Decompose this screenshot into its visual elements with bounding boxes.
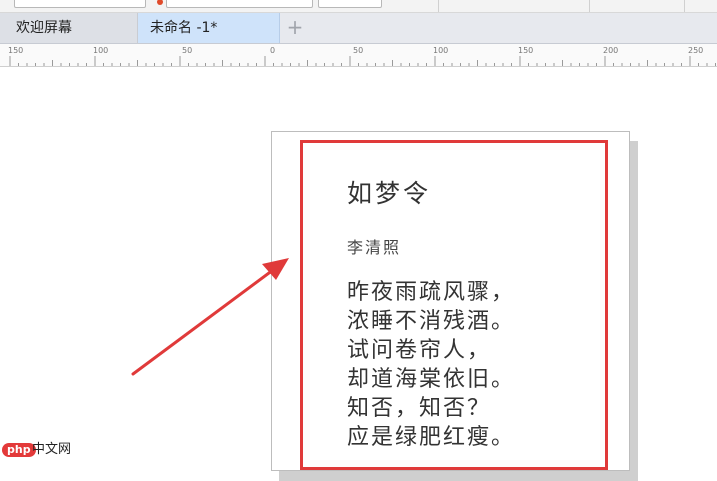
toolbar-indicator-icon <box>157 0 163 5</box>
toolbar-field[interactable] <box>318 0 382 8</box>
horizontal-ruler[interactable]: 150 100 50 0 50 100 150 200 250 <box>0 44 717 67</box>
tab-untitled-document[interactable]: 未命名 -1* <box>138 13 280 43</box>
ruler-label: 0 <box>270 46 276 55</box>
ruler-label: 250 <box>688 46 704 55</box>
ruler-label: 100 <box>93 46 109 55</box>
plus-icon[interactable]: + <box>283 16 307 40</box>
top-toolbar <box>0 0 717 13</box>
toolbar-field[interactable] <box>14 0 146 8</box>
annotation-arrow-icon <box>131 258 289 376</box>
drawing-canvas[interactable]: 如梦令 李清照 昨夜雨疏风骤， 浓睡不消残酒。 试问卷帘人， 却道海棠依旧。 知… <box>0 67 717 481</box>
ruler-label: 150 <box>518 46 534 55</box>
tab-welcome-screen[interactable]: 欢迎屏幕 <box>0 13 138 43</box>
toolbar-divider <box>684 0 685 12</box>
document-tab-bar: 欢迎屏幕 未命名 -1* + <box>0 13 717 44</box>
ruler-label: 50 <box>182 46 193 55</box>
ruler-label: 100 <box>433 46 449 55</box>
ruler-label: 50 <box>353 46 364 55</box>
watermark-text: 中文网 <box>32 442 72 457</box>
toolbar-divider <box>438 0 439 12</box>
ruler-label: 200 <box>603 46 619 55</box>
toolbar-field[interactable] <box>166 0 313 8</box>
toolbar-divider <box>589 0 590 12</box>
php-logo-icon: php <box>2 443 36 457</box>
ruler-label: 150 <box>8 46 24 55</box>
